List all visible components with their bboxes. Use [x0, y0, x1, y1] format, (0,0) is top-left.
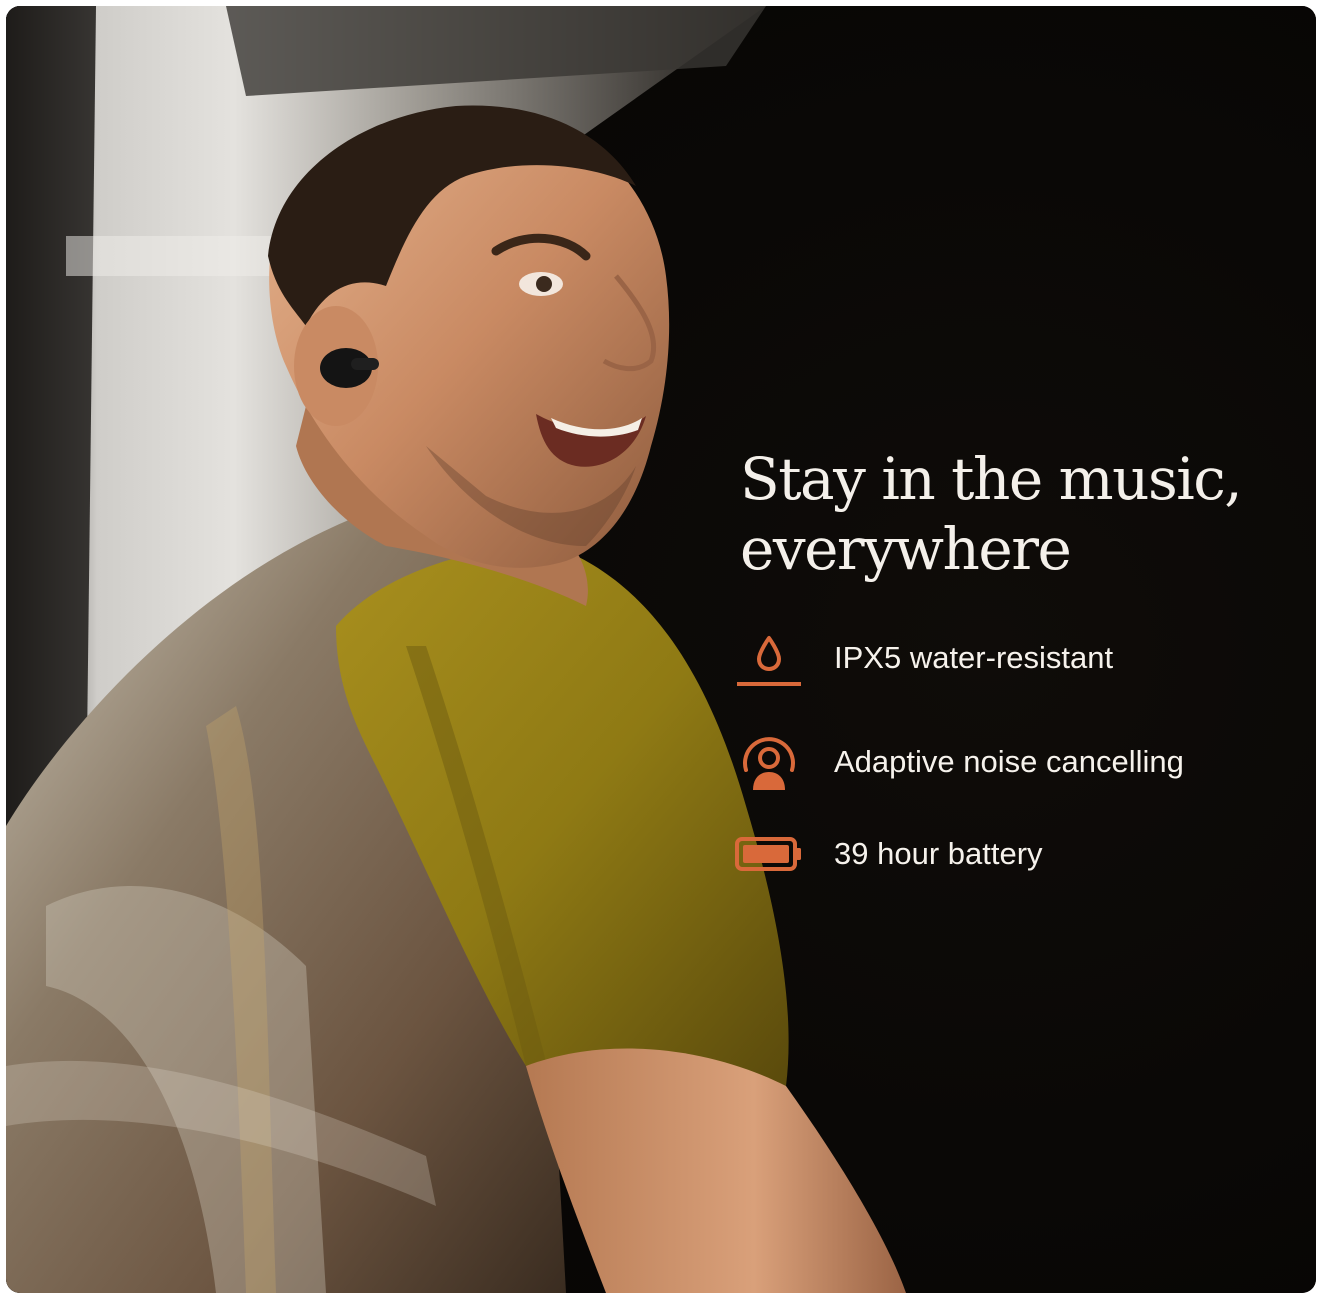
feature-battery: 39 hour battery — [734, 822, 1304, 886]
feature-label: Adaptive noise cancelling — [834, 744, 1184, 779]
feature-water-resistant: IPX5 water-resistant — [734, 626, 1304, 690]
feature-label: 39 hour battery — [834, 836, 1043, 871]
product-image-frame: Stay in the music, everywhere IPX5 water… — [6, 6, 1316, 1293]
headline: Stay in the music, everywhere — [740, 444, 1300, 584]
feature-noise-cancelling: Adaptive noise cancelling — [734, 730, 1304, 794]
headline-line-2: everywhere — [740, 515, 1072, 583]
feature-label: IPX5 water-resistant — [834, 640, 1114, 675]
water-drop-icon — [737, 636, 801, 686]
battery-icon — [735, 837, 801, 871]
noise-cancelling-icon — [743, 737, 795, 790]
headline-line-1: Stay in the music, — [740, 445, 1243, 513]
